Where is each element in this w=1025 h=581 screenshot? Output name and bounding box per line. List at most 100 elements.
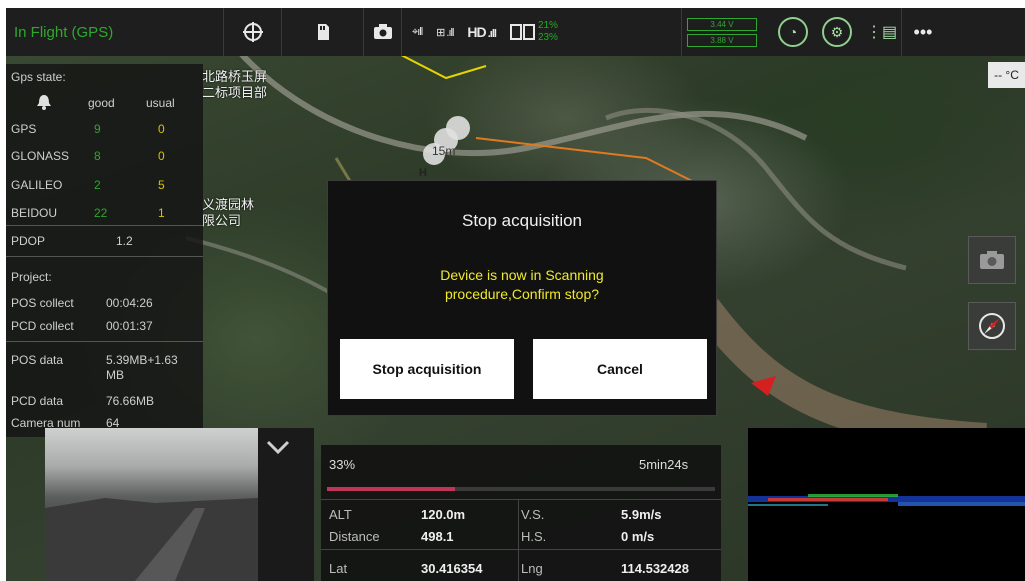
voltage-1: 3.44 V	[687, 17, 757, 31]
gps-col-good: good	[88, 96, 115, 110]
map-place-label: 义渡园林	[202, 197, 255, 212]
alt-value: 120.0m	[421, 507, 466, 522]
distance-label: Distance	[329, 529, 380, 544]
map-place-label: 限公司	[202, 213, 242, 228]
gps-row-name: GPS	[11, 122, 37, 136]
chevron-down-icon[interactable]	[266, 436, 290, 460]
capture-photo-button[interactable]	[968, 236, 1016, 284]
gps-row-usual: 5	[158, 178, 165, 192]
top-status-bar: In Flight (GPS) ⌖ıll ⊞ .ıll HD .ıll 21% …	[6, 8, 1025, 56]
point-cloud-preview[interactable]	[748, 428, 1025, 581]
voltage-status: 3.44 V 3.88 V	[682, 8, 762, 56]
map-place-label: 二标项目部	[202, 85, 268, 100]
divider	[321, 499, 721, 500]
map-place-label: 北路桥玉屏	[202, 69, 268, 84]
gps-row-good: 9	[94, 122, 101, 136]
gps-row-good: 22	[94, 206, 108, 220]
satellite-signal-icon: ⌖ıll	[412, 25, 423, 38]
lng-label: Lng	[521, 561, 543, 576]
dialog-message: Device is now in Scanning procedure,Conf…	[328, 266, 716, 304]
pcd-collect-value: 00:01:37	[106, 319, 153, 333]
camera-mode-button[interactable]	[364, 8, 402, 56]
divider	[518, 499, 519, 581]
lat-label: Lat	[329, 561, 348, 576]
lng-value: 114.532428	[621, 561, 689, 576]
camera-preview[interactable]	[45, 428, 258, 581]
more-icon: •••	[913, 21, 933, 42]
divider	[6, 341, 203, 342]
cancel-button[interactable]: Cancel	[533, 339, 707, 399]
lidar-icon[interactable]: ⋮▤	[866, 22, 897, 42]
hs-label: H.S.	[521, 529, 547, 544]
map-orientation-button[interactable]	[968, 302, 1016, 350]
voltage-2: 3.88 V	[687, 33, 757, 47]
pos-data-label: POS data	[11, 353, 64, 367]
target-button[interactable]	[224, 8, 282, 56]
pos-data-value-unit: MB	[106, 368, 124, 382]
hd-signal-label: HD .ıll	[467, 24, 497, 40]
progress-percent: 33%	[329, 457, 356, 472]
pcd-data-label: PCD data	[11, 394, 64, 408]
pos-collect-label: POS collect	[11, 296, 74, 310]
more-menu-button[interactable]: •••	[902, 8, 944, 56]
battery-2-percent: 23%	[537, 32, 558, 43]
hs-value: 0 m/s	[621, 529, 655, 544]
divider	[6, 256, 203, 257]
signal-group: ⌖ıll ⊞ .ıll HD .ıll 21% 23%	[402, 8, 682, 56]
mode-icons: ◔ ⚙ ⋮▤	[762, 8, 902, 56]
divider	[321, 549, 721, 550]
temperature-readout: -- °C	[988, 62, 1025, 88]
progress-track	[327, 487, 715, 491]
gps-row-usual: 1	[158, 206, 165, 220]
vs-label: V.S.	[521, 507, 545, 522]
alt-label: ALT	[329, 507, 352, 522]
gps-row-name: GALILEO	[11, 178, 63, 192]
remote-signal-icon: ⊞ .ıll	[436, 26, 454, 39]
storage-status[interactable]	[282, 8, 364, 56]
gps-row-name: BEIDOU	[11, 206, 58, 220]
home-point-marker: H	[419, 167, 427, 179]
camera-icon	[980, 251, 1004, 269]
pcd-collect-label: PCD collect	[11, 319, 74, 333]
dialog-message-line: Device is now in Scanning	[440, 267, 604, 283]
vs-value: 5.9m/s	[621, 507, 662, 522]
project-title: Project:	[11, 270, 52, 284]
flight-data-panel: 33% 5min24s ALT 120.0m V.S. 5.9m/s Dista…	[321, 445, 721, 581]
scanner-status-icon[interactable]: ⚙	[822, 17, 852, 47]
time-remaining: 5min24s	[639, 457, 689, 472]
pdop-value: 1.2	[116, 234, 133, 248]
stop-acquisition-button[interactable]: Stop acquisition	[340, 339, 514, 399]
dialog-title: Stop acquisition	[461, 211, 583, 230]
pdop-label: PDOP	[11, 234, 46, 248]
gps-row-name: GLONASS	[11, 149, 70, 163]
gps-row-good: 2	[94, 178, 101, 192]
altitude-marker: 15m	[432, 144, 456, 158]
pos-data-value: 5.39MB+1.63	[106, 353, 178, 367]
battery-status: 21% 23%	[509, 20, 558, 44]
radar-icon[interactable]: ◔	[778, 17, 808, 47]
bell-icon	[37, 95, 51, 110]
camera-icon	[373, 24, 392, 39]
sd-card-icon	[317, 24, 329, 40]
gps-state-title: Gps state:	[11, 70, 66, 84]
camera-feed	[45, 498, 258, 581]
crosshair-icon	[242, 22, 263, 42]
gps-col-usual: usual	[146, 96, 175, 110]
battery-1-percent: 21%	[537, 20, 558, 31]
dialog-message-line: procedure,Confirm stop?	[444, 286, 600, 302]
distance-value: 498.1	[421, 529, 454, 544]
pcd-data-value: 76.66MB	[106, 394, 155, 408]
gps-info-panel: Gps state: good usual GPS 9 0 GLONASS 8 …	[6, 64, 203, 437]
flight-status[interactable]: In Flight (GPS)	[6, 8, 224, 56]
progress-fill	[327, 487, 456, 491]
pos-collect-value: 00:04:26	[106, 296, 153, 310]
lat-value: 30.416354	[421, 561, 483, 576]
gps-row-usual: 0	[158, 149, 165, 163]
point-cloud-render	[748, 494, 1025, 506]
divider	[6, 225, 203, 226]
gps-row-usual: 0	[158, 122, 165, 136]
battery-icon	[509, 24, 535, 40]
gps-row-good: 8	[94, 149, 101, 163]
compass-icon	[979, 313, 1005, 339]
stop-acquisition-dialog: Stop acquisition Device is now in Scanni…	[327, 180, 717, 416]
